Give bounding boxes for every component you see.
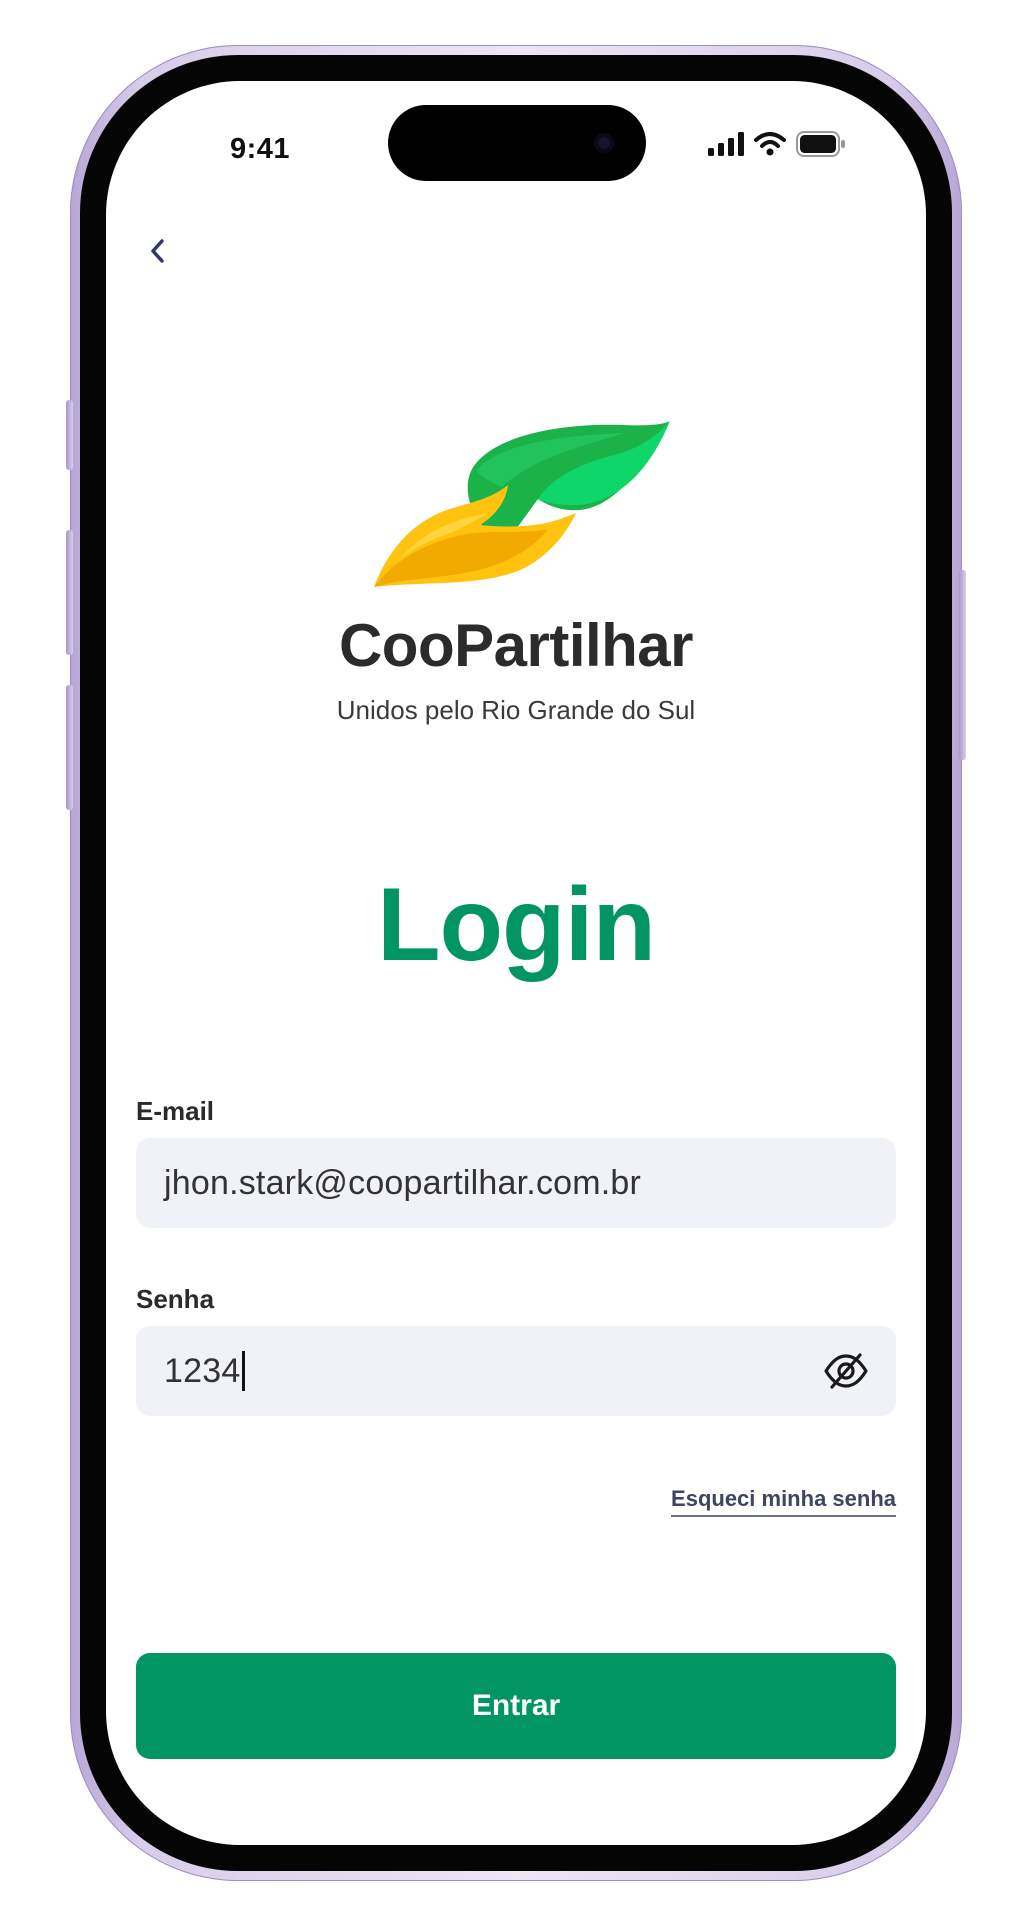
front-camera [594,133,614,153]
text-caret [242,1351,246,1391]
password-field[interactable]: 1234 [136,1326,896,1416]
toggle-password-visibility-button[interactable] [822,1347,870,1395]
status-time: 9:41 [230,133,291,165]
back-button[interactable] [136,229,180,273]
status-icons [708,131,846,157]
volume-down-button [66,685,73,810]
brand-tagline: Unidos pelo Rio Grande do Sul [336,695,696,725]
battery-icon [796,131,845,157]
forgot-password-link[interactable]: Esqueci minha senha [671,1486,896,1517]
login-submit-button[interactable]: Entrar [136,1653,896,1759]
action-button [66,400,73,470]
password-label: Senha [136,1284,215,1314]
chevron-left-icon [151,239,164,263]
volume-up-button [66,530,73,655]
email-label: E-mail [136,1096,215,1126]
eye-off-icon [824,1353,868,1389]
wifi-icon [754,132,786,156]
phone-screen: 9:41 CooPartilhar Unidos pelo Rio Grande… [106,81,926,1845]
email-value: jhon.stark@coopartilhar.com.br [164,1163,642,1202]
power-button [959,570,966,760]
brand-name: CooPartilhar [338,612,694,679]
email-field[interactable]: jhon.stark@coopartilhar.com.br [136,1138,896,1228]
cellular-signal-icon [708,132,744,156]
password-value: 1234 [164,1351,241,1390]
page-title: Login [376,867,656,983]
coopartilhar-logo-icon [374,421,670,587]
dynamic-island [388,105,646,181]
